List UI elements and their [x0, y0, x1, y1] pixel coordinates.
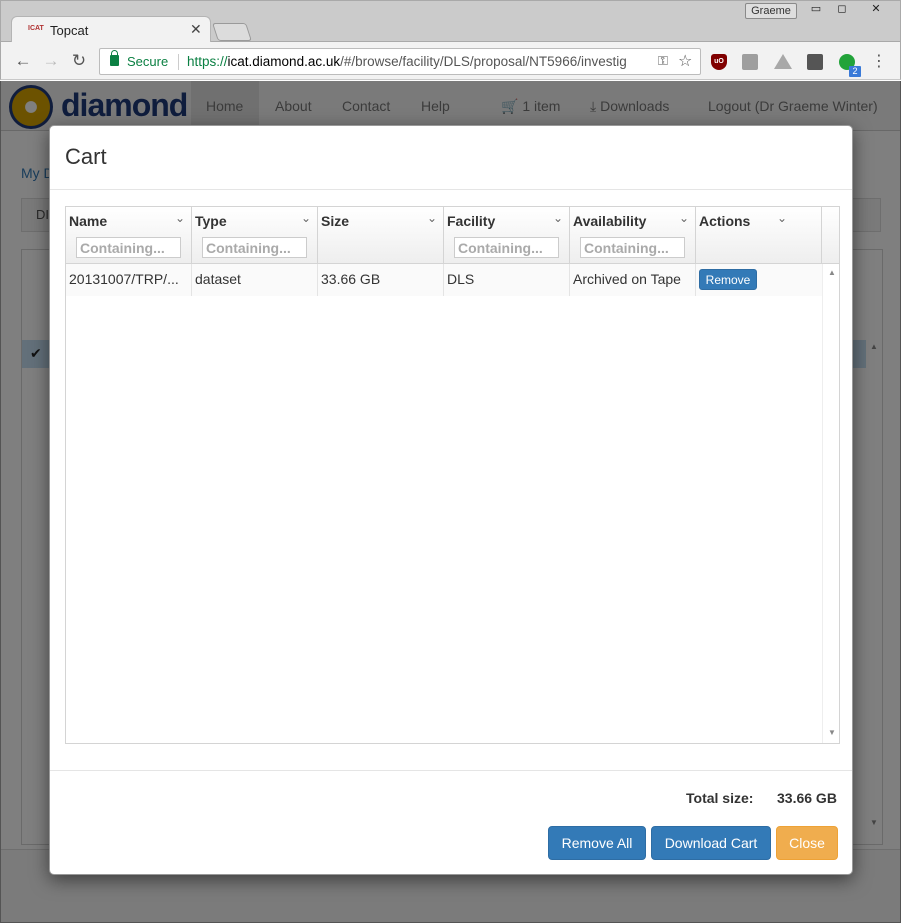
extension-icon[interactable] — [742, 54, 758, 70]
remove-item-button[interactable]: Remove — [699, 269, 757, 290]
new-tab-button[interactable] — [212, 23, 252, 41]
chevron-down-icon[interactable]: ⌄ — [679, 211, 689, 225]
browser-menu-icon[interactable]: ⋮ — [871, 51, 887, 71]
maximize-icon[interactable]: ◻ — [831, 3, 853, 17]
column-type[interactable]: Type ⌄ — [192, 207, 318, 264]
address-bar[interactable]: Secure https://icat.diamond.ac.uk/#/brow… — [99, 48, 701, 75]
remove-all-button[interactable]: Remove All — [548, 826, 646, 860]
modal-header: Cart — [50, 126, 852, 190]
type-filter-input[interactable] — [202, 237, 307, 258]
tab-title: Topcat — [50, 23, 89, 38]
browser-tab[interactable]: ICAT Topcat ✕ — [11, 16, 211, 44]
tab-favicon-icon: ICAT — [28, 25, 44, 32]
close-button[interactable]: Close — [776, 826, 838, 860]
back-arrow-icon[interactable]: ← — [12, 51, 34, 71]
bookmark-star-icon[interactable]: ☆ — [678, 51, 692, 71]
url-text[interactable]: https://icat.diamond.ac.uk/#/browse/faci… — [187, 54, 652, 69]
cell-actions: Remove — [696, 264, 822, 296]
extension-badge: 2 — [849, 66, 861, 77]
download-cart-button[interactable]: Download Cart — [651, 826, 771, 860]
browser-titlebar: ICAT Topcat ✕ Graeme ▭ ◻ ✕ — [0, 0, 901, 44]
forward-arrow-icon[interactable]: → — [40, 51, 62, 71]
lock-icon — [110, 50, 119, 66]
scroll-up-icon[interactable]: ▲ — [828, 268, 836, 277]
cell-facility: DLS — [444, 264, 570, 296]
chevron-down-icon[interactable]: ⌄ — [777, 211, 787, 225]
secure-label: Secure — [127, 54, 169, 69]
column-actions[interactable]: Actions ⌄ — [696, 207, 822, 264]
ublock-extension-icon[interactable]: uO — [711, 54, 727, 70]
url-scheme: https:// — [187, 54, 228, 69]
modal-title: Cart — [65, 144, 107, 169]
modal-footer: Total size: 33.66 GB Remove All Download… — [50, 770, 852, 874]
column-title: Facility — [447, 213, 496, 229]
name-filter-input[interactable] — [76, 237, 181, 258]
mail-extension-icon[interactable] — [807, 54, 823, 70]
chevron-down-icon[interactable]: ⌄ — [175, 211, 185, 225]
drive-extension-icon[interactable] — [774, 54, 792, 69]
cell-name: 20131007/TRP/... — [66, 264, 192, 296]
url-host: icat.diamond.ac.uk — [227, 54, 341, 69]
chevron-down-icon[interactable]: ⌄ — [301, 211, 311, 225]
profile-button[interactable]: Graeme — [745, 3, 797, 19]
total-size-label: Total size: — [686, 790, 754, 806]
grid-header: Name ⌄ Type ⌄ Size ⌄ Facility ⌄ Availabi… — [66, 207, 839, 264]
grid-scrollbar[interactable]: ▲ ▼ — [822, 264, 839, 743]
cell-availability: Archived on Tape — [570, 264, 696, 296]
key-icon[interactable]: ⚿ — [658, 53, 668, 69]
tab-close-icon[interactable]: ✕ — [190, 21, 202, 38]
column-title: Size — [321, 213, 350, 229]
url-path: /#/browse/facility/DLS/proposal/NT5966/i… — [340, 54, 627, 69]
browser-toolbar: ← → ↻ Secure https://icat.diamond.ac.uk/… — [0, 42, 901, 80]
total-size-value: 33.66 GB — [777, 790, 837, 806]
scroll-down-icon[interactable]: ▼ — [828, 728, 836, 737]
cart-grid: Name ⌄ Type ⌄ Size ⌄ Facility ⌄ Availabi… — [65, 206, 840, 744]
column-title: Availability — [573, 213, 647, 229]
address-separator — [178, 54, 179, 70]
facility-filter-input[interactable] — [454, 237, 559, 258]
table-row[interactable]: 20131007/TRP/... dataset 33.66 GB DLS Ar… — [66, 264, 822, 296]
column-title: Name — [69, 213, 108, 229]
column-availability[interactable]: Availability ⌄ — [570, 207, 696, 264]
column-name[interactable]: Name ⌄ — [66, 207, 192, 264]
column-facility[interactable]: Facility ⌄ — [444, 207, 570, 264]
column-title: Type — [195, 213, 227, 229]
reload-icon[interactable]: ↻ — [68, 51, 90, 71]
window-close-icon[interactable]: ✕ — [865, 3, 887, 17]
column-size[interactable]: Size ⌄ — [318, 207, 444, 264]
cell-type: dataset — [192, 264, 318, 296]
cart-modal: Cart Name ⌄ Type ⌄ Size ⌄ Facility ⌄ — [49, 125, 853, 875]
availability-filter-input[interactable] — [580, 237, 685, 258]
chevron-down-icon[interactable]: ⌄ — [427, 211, 437, 225]
chevron-down-icon[interactable]: ⌄ — [553, 211, 563, 225]
cell-size: 33.66 GB — [318, 264, 444, 296]
column-title: Actions — [699, 213, 751, 229]
minimize-icon[interactable]: ▭ — [805, 3, 827, 17]
